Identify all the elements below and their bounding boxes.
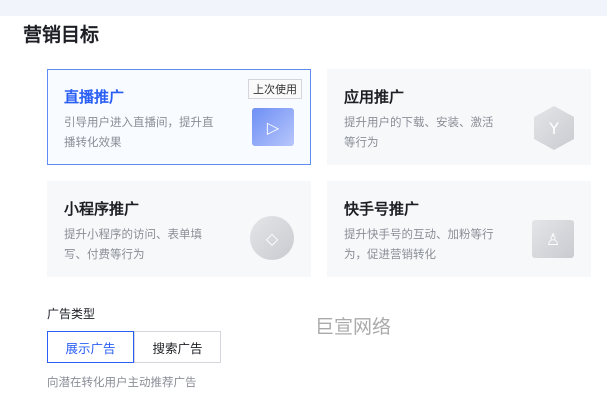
card-app[interactable]: 应用推广 提升用户的下载、安装、激活等行为 Y [327, 69, 591, 165]
card-desc: 引导用户进入直播间，提升直播转化效果 [64, 115, 214, 149]
card-account[interactable]: 快手号推广 提升快手号的互动、加粉等行为，促进营销转化 ♙ [327, 181, 591, 277]
last-used-badge: 上次使用 [248, 79, 302, 99]
card-desc: 提升小程序的访问、表单填写、付费等行为 [64, 227, 202, 261]
card-miniprogram[interactable]: 小程序推广 提升小程序的访问、表单填写、付费等行为 ◇ [47, 181, 311, 277]
card-live[interactable]: 直播推广 引导用户进入直播间，提升直播转化效果 上次使用 ▷ [47, 69, 311, 165]
page-title: 营销目标 [23, 24, 100, 46]
search-ad-option[interactable]: 搜索广告 [134, 331, 221, 363]
ad-type-label: 广告类型 [47, 307, 96, 321]
watermark: 巨宣网络 [315, 316, 392, 338]
card-desc: 提升快手号的互动、加粉等行为，促进营销转化 [344, 227, 494, 261]
card-title: 快手号推广 [344, 200, 420, 218]
card-title: 直播推广 [64, 88, 125, 106]
miniprogram-icon: ◇ [250, 216, 294, 260]
ad-type-hint: 向潜在转化用户主动推荐广告 [47, 375, 197, 389]
top-bar [0, 0, 607, 16]
user-icon: ♙ [532, 220, 574, 258]
display-ad-option[interactable]: 展示广告 [47, 331, 134, 363]
app-icon: Y [534, 106, 574, 150]
card-title: 应用推广 [344, 88, 405, 106]
video-icon: ▷ [252, 108, 294, 146]
card-desc: 提升用户的下载、安装、激活等行为 [344, 115, 494, 149]
card-title: 小程序推广 [64, 200, 140, 218]
